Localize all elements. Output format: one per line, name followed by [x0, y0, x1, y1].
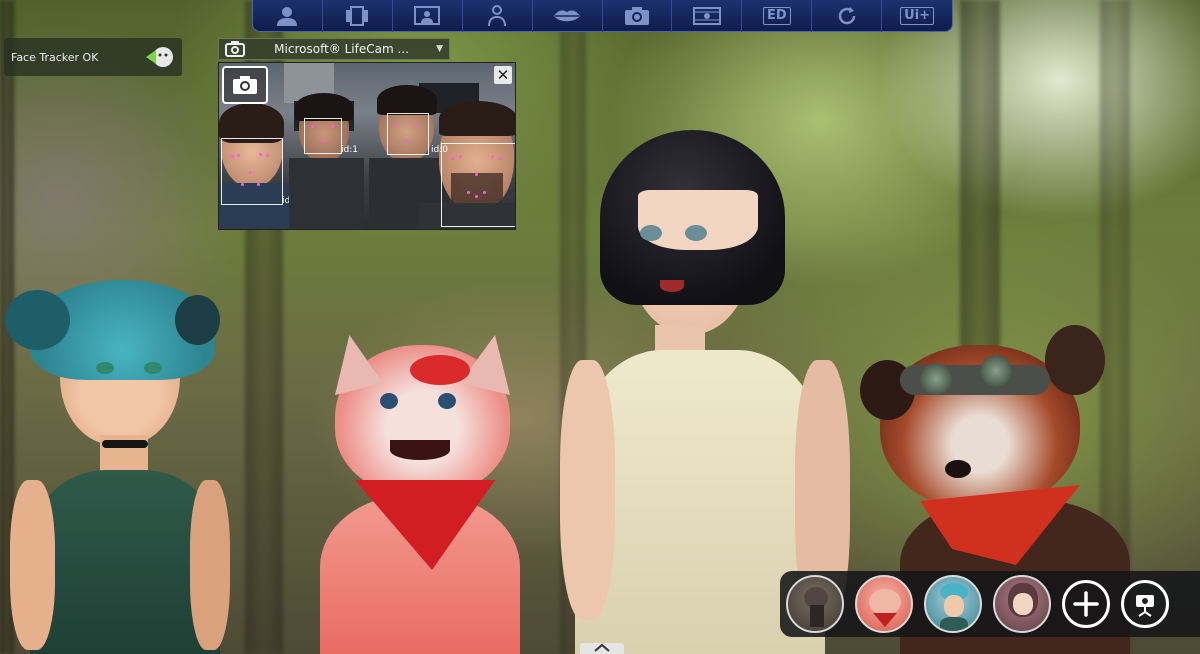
bear-avatar-thumb[interactable] [786, 575, 844, 633]
lips-icon [554, 10, 581, 21]
add-avatar-button[interactable] [1062, 580, 1110, 628]
face-bbox [304, 118, 342, 154]
camera-tripod-icon [1136, 595, 1154, 617]
elf-girl-character [0, 280, 240, 654]
camera-preview: id:2 id:1 id:0 ✕ [218, 62, 516, 230]
chevron-up-icon [594, 643, 610, 652]
ui-plus-button[interactable]: Ui+ [882, 0, 952, 32]
face-tracking-icon[interactable] [144, 45, 174, 69]
screen-button[interactable] [393, 0, 463, 32]
top-toolbar: ED Ui+ [252, 0, 953, 32]
face-tracker-status: Face Tracker OK [4, 38, 182, 76]
body-rig-button[interactable] [463, 0, 533, 32]
record-button[interactable] [672, 0, 743, 32]
refresh-icon [838, 6, 855, 24]
camera-icon [624, 6, 649, 25]
pink-cat-character [320, 335, 520, 654]
face-bbox [387, 113, 429, 155]
reset-button[interactable] [812, 0, 883, 32]
camera-device-name: Microsoft® LifeCam ... [274, 42, 409, 56]
plus-icon [1073, 591, 1099, 617]
close-button[interactable]: ✕ [494, 66, 512, 84]
camera-icon [233, 76, 257, 94]
collapse-panel-tab[interactable] [580, 643, 624, 654]
snapshot-frame-button[interactable] [222, 66, 268, 104]
close-icon: ✕ [496, 65, 510, 84]
tracker-status-label: Face Tracker OK [11, 50, 99, 64]
face-id-label: id:1 [341, 145, 358, 155]
avatar-button[interactable] [253, 0, 323, 32]
person-icon [277, 6, 298, 26]
film-strip-icon [346, 5, 369, 26]
filmstrip-record-icon [692, 6, 721, 25]
cat-avatar-thumb[interactable] [855, 575, 913, 633]
scene-camera-button[interactable] [1121, 580, 1169, 628]
forest-background [0, 0, 1200, 654]
face-bbox [441, 143, 515, 227]
face-id-label: id:0 [431, 145, 448, 155]
camera-selector[interactable]: Microsoft® LifeCam ... ▼ [218, 38, 450, 60]
scene-button[interactable] [323, 0, 393, 32]
camera-icon [225, 41, 245, 57]
lips-button[interactable] [533, 0, 603, 32]
monitor-person-icon [414, 5, 441, 25]
blue-hair-girl-avatar-thumb[interactable] [924, 575, 982, 633]
rig-figure-icon [488, 4, 507, 26]
snapshot-button[interactable] [603, 0, 673, 32]
chevron-down-icon: ▼ [436, 44, 443, 54]
ed-panel-icon: ED [762, 6, 791, 25]
face-bbox [221, 138, 283, 205]
ui-plus-icon: Ui+ [900, 6, 935, 25]
dark-hair-girl-avatar-thumb[interactable] [993, 575, 1051, 633]
ed-button[interactable]: ED [742, 0, 813, 32]
avatar-selector [780, 571, 1200, 637]
